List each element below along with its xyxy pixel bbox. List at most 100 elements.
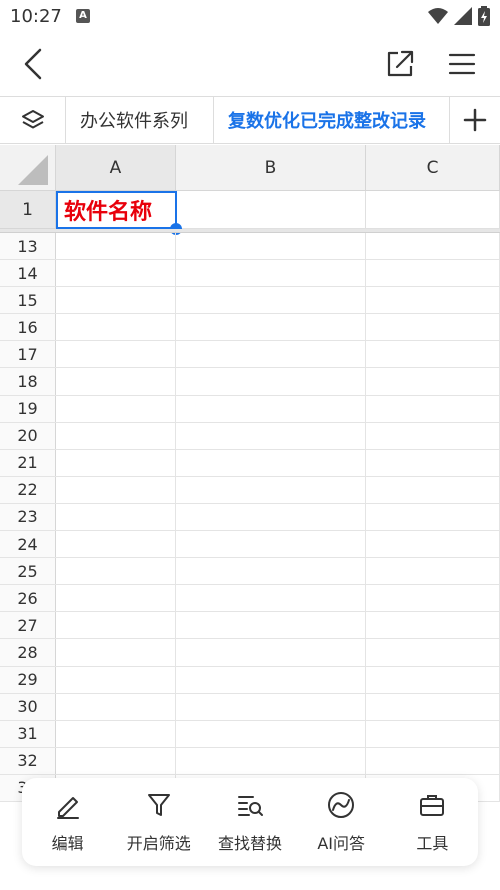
grid-cell[interactable] bbox=[366, 503, 500, 531]
grid-cell[interactable] bbox=[56, 612, 176, 639]
grid-cell[interactable] bbox=[56, 558, 176, 585]
grid-cell[interactable] bbox=[176, 287, 366, 314]
grid-cell[interactable] bbox=[176, 531, 366, 558]
select-all-corner[interactable] bbox=[0, 145, 56, 191]
grid-cell[interactable] bbox=[176, 639, 366, 666]
tools-button[interactable]: 工具 bbox=[387, 782, 477, 862]
back-button[interactable] bbox=[18, 46, 52, 82]
grid-cell[interactable] bbox=[366, 639, 500, 666]
grid-cell[interactable] bbox=[176, 422, 366, 449]
row-header-1[interactable]: 1 bbox=[0, 191, 56, 229]
grid-cell[interactable] bbox=[56, 287, 176, 314]
grid-cell[interactable] bbox=[56, 531, 176, 558]
grid-cell[interactable] bbox=[366, 233, 500, 260]
row-header[interactable]: 29 bbox=[0, 666, 56, 693]
grid-cell[interactable] bbox=[56, 314, 176, 341]
grid-cell[interactable] bbox=[56, 666, 176, 693]
grid-cell[interactable] bbox=[176, 747, 366, 774]
grid-cell[interactable] bbox=[366, 531, 500, 558]
grid-cell[interactable] bbox=[176, 503, 366, 531]
row-header[interactable]: 20 bbox=[0, 422, 56, 449]
row-header[interactable]: 18 bbox=[0, 368, 56, 395]
cell-c1[interactable] bbox=[366, 191, 500, 229]
sheet-tab[interactable]: 办公软件系列 bbox=[66, 97, 214, 143]
grid-cell[interactable] bbox=[366, 476, 500, 503]
row-header[interactable]: 24 bbox=[0, 531, 56, 558]
grid-cell[interactable] bbox=[176, 314, 366, 341]
sheet-list-button[interactable] bbox=[0, 97, 66, 143]
grid-cell[interactable] bbox=[366, 395, 500, 422]
add-sheet-button[interactable] bbox=[450, 97, 500, 143]
grid-cell[interactable] bbox=[56, 449, 176, 476]
grid-cell[interactable] bbox=[176, 449, 366, 476]
row-header[interactable]: 28 bbox=[0, 639, 56, 666]
row-header[interactable]: 16 bbox=[0, 314, 56, 341]
menu-button[interactable] bbox=[444, 46, 480, 82]
row-header[interactable]: 23 bbox=[0, 503, 56, 531]
grid-cell[interactable] bbox=[176, 720, 366, 747]
row-header[interactable]: 30 bbox=[0, 693, 56, 720]
grid-cell[interactable] bbox=[56, 233, 176, 260]
row-header[interactable]: 21 bbox=[0, 449, 56, 476]
row-header[interactable]: 22 bbox=[0, 476, 56, 503]
grid-cell[interactable] bbox=[56, 260, 176, 287]
row-header[interactable]: 25 bbox=[0, 558, 56, 585]
column-header-a[interactable]: A bbox=[56, 145, 176, 191]
grid-cell[interactable] bbox=[366, 612, 500, 639]
row-header[interactable]: 17 bbox=[0, 341, 56, 368]
grid-cell[interactable] bbox=[366, 287, 500, 314]
row-header[interactable]: 13 bbox=[0, 233, 56, 260]
grid-cell[interactable] bbox=[56, 747, 176, 774]
grid-cell[interactable] bbox=[56, 476, 176, 503]
grid-cell[interactable] bbox=[176, 476, 366, 503]
grid-cell[interactable] bbox=[366, 260, 500, 287]
grid-cell[interactable] bbox=[366, 449, 500, 476]
grid-cell[interactable] bbox=[56, 503, 176, 531]
grid-cell[interactable] bbox=[366, 693, 500, 720]
grid-cell[interactable] bbox=[366, 585, 500, 612]
grid-cell[interactable] bbox=[366, 720, 500, 747]
grid-cell[interactable] bbox=[176, 693, 366, 720]
grid-cell[interactable] bbox=[366, 368, 500, 395]
row-header[interactable]: 31 bbox=[0, 720, 56, 747]
grid-cell[interactable] bbox=[176, 233, 366, 260]
filter-button[interactable]: 开启筛选 bbox=[114, 782, 204, 862]
grid-cell[interactable] bbox=[56, 639, 176, 666]
column-header-c[interactable]: C bbox=[366, 145, 500, 191]
grid-cell[interactable] bbox=[366, 666, 500, 693]
grid-cell[interactable] bbox=[56, 368, 176, 395]
find-replace-button[interactable]: 查找替换 bbox=[205, 782, 295, 862]
column-header-b[interactable]: B bbox=[176, 145, 366, 191]
grid-cell[interactable] bbox=[56, 585, 176, 612]
grid-cell[interactable] bbox=[176, 395, 366, 422]
grid-cell[interactable] bbox=[176, 368, 366, 395]
row-header[interactable]: 15 bbox=[0, 287, 56, 314]
cell-b1[interactable] bbox=[176, 191, 366, 229]
row-header[interactable]: 32 bbox=[0, 747, 56, 774]
row-header[interactable]: 26 bbox=[0, 585, 56, 612]
grid-cell[interactable] bbox=[56, 395, 176, 422]
grid-cell[interactable] bbox=[176, 558, 366, 585]
row-header[interactable]: 14 bbox=[0, 260, 56, 287]
grid-cell[interactable] bbox=[366, 558, 500, 585]
grid-cell[interactable] bbox=[176, 666, 366, 693]
row-header[interactable]: 27 bbox=[0, 612, 56, 639]
grid-cell[interactable] bbox=[56, 341, 176, 368]
grid-cell[interactable] bbox=[56, 720, 176, 747]
grid-cell[interactable] bbox=[366, 314, 500, 341]
grid-cell[interactable] bbox=[366, 747, 500, 774]
grid-cell[interactable] bbox=[366, 341, 500, 368]
grid-cell[interactable] bbox=[56, 693, 176, 720]
grid-cell[interactable] bbox=[176, 585, 366, 612]
cell-a1-selected[interactable]: 软件名称 bbox=[56, 191, 177, 229]
ai-qa-button[interactable]: AI问答 bbox=[296, 782, 386, 862]
grid-cell[interactable] bbox=[56, 422, 176, 449]
grid-cell[interactable] bbox=[176, 341, 366, 368]
edit-button[interactable]: 编辑 bbox=[23, 782, 113, 862]
share-button[interactable] bbox=[382, 46, 418, 82]
grid-cell[interactable] bbox=[176, 260, 366, 287]
grid-cell[interactable] bbox=[176, 612, 366, 639]
row-header[interactable]: 19 bbox=[0, 395, 56, 422]
grid-cell[interactable] bbox=[366, 422, 500, 449]
sheet-tab-active[interactable]: 复数优化已完成整改记录 bbox=[214, 97, 450, 143]
